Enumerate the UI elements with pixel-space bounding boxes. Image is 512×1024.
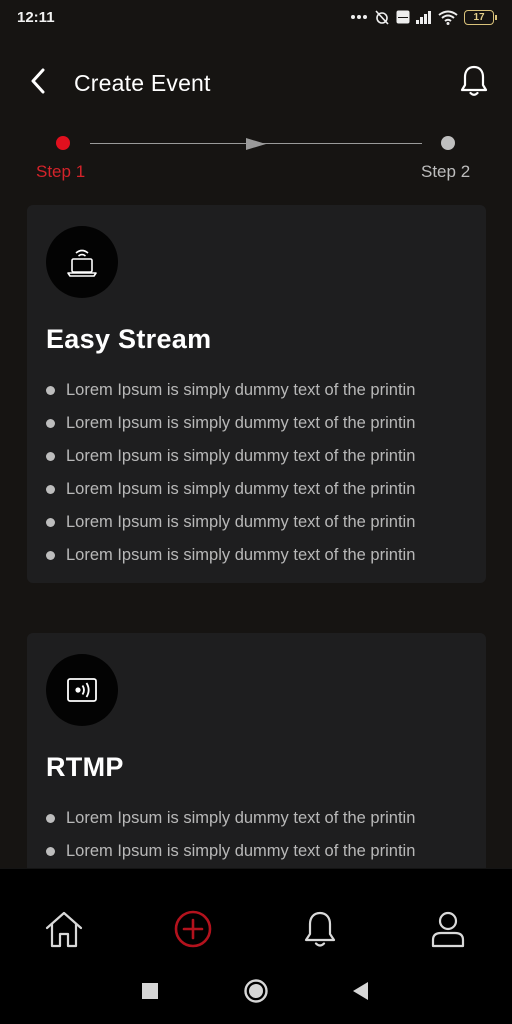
stream-type-list[interactable]: Easy Stream Lorem Ipsum is simply dummy … (0, 205, 512, 868)
step-indicator: Step 1 Step 2 (0, 128, 512, 188)
arrow-right-icon (246, 137, 266, 155)
status-bar: 12:11 17 (0, 0, 512, 34)
bell-icon (302, 909, 338, 954)
status-time: 12:11 (17, 8, 55, 26)
signal-icon (416, 10, 432, 24)
status-icons: 17 (350, 9, 497, 25)
page-title: Create Event (74, 69, 211, 96)
nav-home-button[interactable] (40, 907, 88, 955)
list-item: Lorem Ipsum is simply dummy text of the … (46, 506, 468, 539)
wifi-icon (438, 10, 458, 25)
list-item: Lorem Ipsum is simply dummy text of the … (46, 473, 468, 506)
alarm-off-icon (374, 9, 390, 25)
stream-option-card-rtmp[interactable]: RTMP Lorem Ipsum is simply dummy text of… (27, 633, 486, 868)
card-title: Easy Stream (46, 324, 212, 354)
system-home-button[interactable] (242, 978, 270, 1009)
bullet-dot (46, 386, 55, 395)
notifications-button[interactable] (458, 64, 490, 103)
nav-create-event-button[interactable] (169, 907, 217, 955)
chevron-left-icon (30, 68, 46, 99)
nav-profile-button[interactable] (424, 907, 472, 955)
list-item: Lorem Ipsum is simply dummy text of the … (46, 539, 468, 572)
more-dots-icon (350, 14, 368, 20)
list-item: Lorem Ipsum is simply dummy text of the … (46, 835, 468, 868)
system-navigation-bar (0, 963, 512, 1024)
home-icon (44, 909, 84, 954)
back-button[interactable] (24, 68, 52, 99)
recent-apps-icon (142, 982, 158, 1004)
user-icon (430, 909, 466, 954)
list-item: Lorem Ipsum is simply dummy text of the … (46, 407, 468, 440)
feature-list: Lorem Ipsum is simply dummy text of the … (46, 374, 468, 572)
feature-list: Lorem Ipsum is simply dummy text of the … (46, 802, 468, 868)
card-title: RTMP (46, 752, 124, 782)
bullet-dot (46, 485, 55, 494)
bullet-dot (46, 452, 55, 461)
bullet-dot (46, 814, 55, 823)
step-1-label[interactable]: Step 1 (36, 162, 85, 182)
step-2-dot (441, 136, 455, 150)
bullet-dot (46, 847, 55, 856)
stream-option-card-easy-stream[interactable]: Easy Stream Lorem Ipsum is simply dummy … (27, 205, 486, 583)
app-header: Create Event (0, 50, 512, 116)
list-item: Lorem Ipsum is simply dummy text of the … (46, 374, 468, 407)
nav-notifications-button[interactable] (296, 907, 344, 955)
broadcast-screen-icon (46, 654, 118, 726)
list-item: Lorem Ipsum is simply dummy text of the … (46, 802, 468, 835)
home-circle-icon (243, 978, 269, 1009)
bullet-dot (46, 518, 55, 527)
laptop-wifi-icon (46, 226, 118, 298)
step-2-label[interactable]: Step 2 (421, 162, 470, 182)
back-triangle-icon (353, 981, 369, 1005)
bullet-dot (46, 551, 55, 560)
system-back-button[interactable] (347, 979, 375, 1007)
bell-icon (459, 64, 489, 103)
bottom-navigation (0, 868, 512, 963)
battery-indicator: 17 (464, 9, 497, 25)
bullet-dot (46, 419, 55, 428)
recent-apps-button[interactable] (136, 979, 164, 1007)
volte-icon (396, 10, 410, 24)
step-1-dot (56, 136, 70, 150)
list-item: Lorem Ipsum is simply dummy text of the … (46, 440, 468, 473)
add-circle-icon (173, 909, 213, 954)
